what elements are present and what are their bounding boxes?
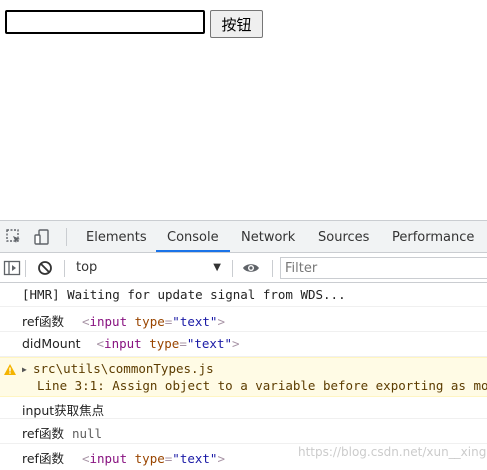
tab-network[interactable]: Network [241, 221, 295, 252]
console-message: [HMR] Waiting for update signal from WDS… [0, 283, 487, 307]
console-warning: ▶ src\utils\commonTypes.js Line 3:1: Ass… [0, 357, 487, 397]
inspect-element-icon[interactable] [5, 228, 23, 246]
expand-triangle-icon[interactable]: ▶ [22, 365, 27, 374]
devtools-panel: Elements Console Network Sources Perform… [0, 220, 487, 470]
message-line: didMount <input type="text"> [22, 336, 240, 351]
tab-sources[interactable]: Sources [318, 221, 369, 252]
tab-performance[interactable]: Performance [392, 221, 474, 252]
message-line: ref函数 null [22, 423, 102, 442]
devtools-toolbar: Elements Console Network Sources Perform… [0, 221, 487, 253]
dropdown-arrow-icon: ▼ [213, 262, 221, 273]
eye-icon[interactable] [242, 259, 260, 277]
sidebar-toggle-icon[interactable] [3, 259, 21, 277]
warning-file[interactable]: src\utils\commonTypes.js [33, 361, 214, 376]
message-text: input获取焦点 [22, 403, 105, 418]
null-value: null [71, 426, 103, 441]
console-message: ref函数 <input type="text"> [0, 307, 487, 332]
console-messages: [HMR] Waiting for update signal from WDS… [0, 283, 487, 469]
action-button[interactable]: 按钮 [210, 10, 263, 38]
dom-node[interactable]: <input type="text"> [82, 451, 225, 466]
console-filter-bar: top ▼ [0, 253, 487, 283]
message-prefix: ref函数 [22, 314, 64, 329]
filter-divider [232, 260, 233, 277]
console-message: didMount <input type="text"> [0, 332, 487, 357]
watermark: https://blog.csdn.net/xun__xing [298, 445, 487, 459]
filter-divider [272, 260, 273, 277]
message-line: ref函数 <input type="text"> [22, 311, 225, 330]
message-line: ref函数 <input type="text"> [22, 448, 225, 467]
warning-message: Line 3:1: Assign object to a variable be… [37, 378, 487, 393]
clear-console-icon[interactable] [36, 259, 54, 277]
message-prefix: ref函数 [22, 451, 64, 466]
filter-divider [64, 260, 65, 277]
context-label: top [76, 260, 98, 275]
tab-elements[interactable]: Elements [86, 221, 147, 252]
filter-input[interactable] [280, 257, 487, 279]
message-text: [HMR] Waiting for update signal from WDS… [22, 287, 346, 302]
warning-icon [4, 363, 16, 375]
dom-node[interactable]: <input type="text"> [82, 314, 225, 329]
tab-console[interactable]: Console [156, 221, 230, 252]
context-selector[interactable]: top ▼ [72, 259, 227, 277]
toolbar-divider [66, 228, 67, 246]
console-message: input获取焦点 [0, 397, 487, 419]
filter-divider [25, 260, 26, 277]
message-prefix: ref函数 [22, 426, 64, 441]
message-prefix: didMount [22, 336, 81, 351]
console-message: ref函数 null [0, 419, 487, 444]
device-toggle-icon[interactable] [33, 228, 51, 246]
dom-node[interactable]: <input type="text"> [97, 336, 240, 351]
text-input[interactable] [5, 10, 205, 34]
